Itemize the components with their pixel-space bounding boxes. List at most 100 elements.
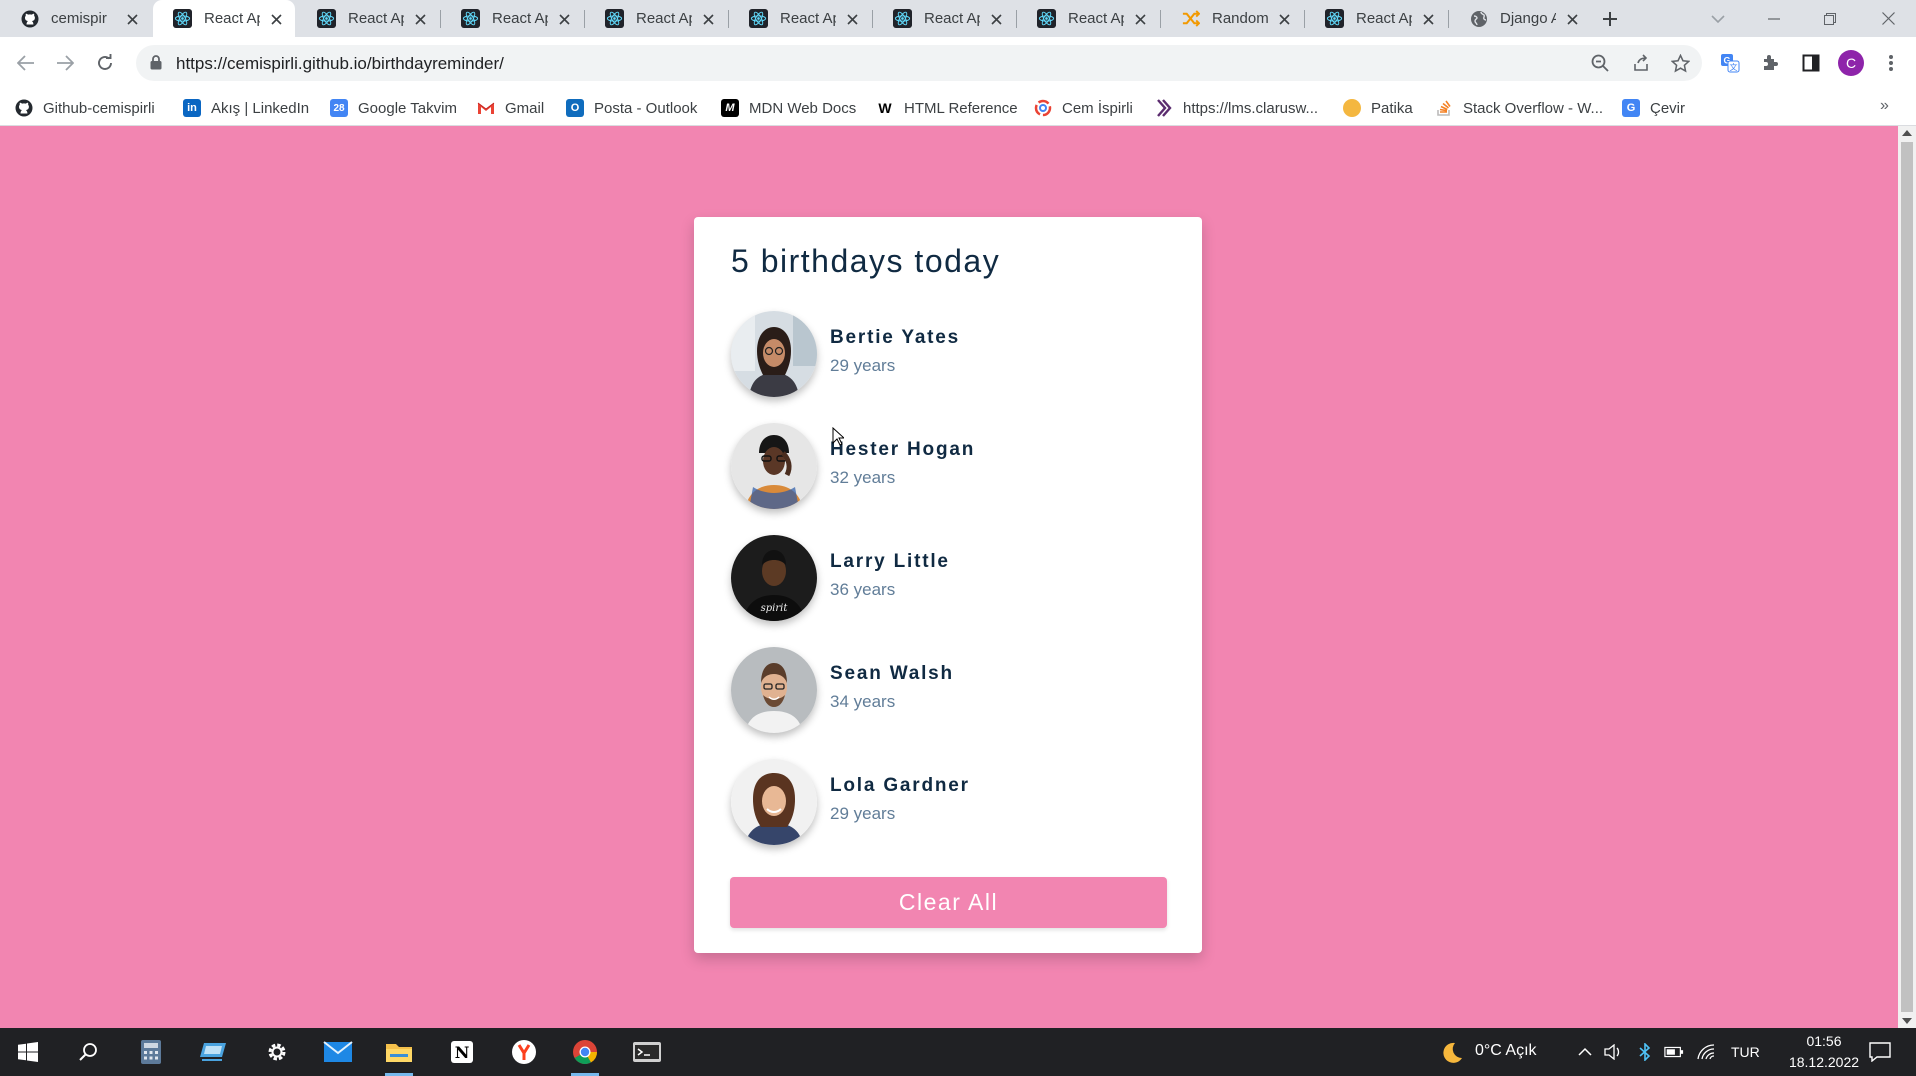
person-age: 34 years	[830, 692, 896, 711]
person-item: Bertie Yates 29 years	[731, 311, 1151, 397]
bookmark-stackoverflow[interactable]: Stack Overflow - W...	[1435, 97, 1603, 119]
translate-extension-icon[interactable]: G文	[1716, 49, 1744, 77]
close-tab-icon[interactable]	[411, 10, 429, 28]
bookmark-star-icon[interactable]	[1669, 52, 1691, 74]
bookmark-label: MDN Web Docs	[749, 99, 857, 117]
close-tab-icon[interactable]	[1419, 10, 1437, 28]
clock-time[interactable]: 01:56	[1789, 1033, 1859, 1049]
zoom-icon[interactable]	[1589, 52, 1611, 74]
svg-text:spirit: spirit	[761, 603, 789, 614]
clear-all-button[interactable]: Clear All	[730, 877, 1167, 928]
bookmark-html-reference[interactable]: W HTML Reference	[876, 97, 1017, 119]
chrome-icon[interactable]	[557, 1028, 613, 1076]
terminal-icon[interactable]	[619, 1028, 675, 1076]
close-window-button[interactable]	[1860, 0, 1916, 37]
bookmark-linkedin[interactable]: in Akış | LinkedIn	[183, 97, 309, 119]
scroll-up-arrow-icon[interactable]	[1902, 130, 1912, 136]
react-icon	[1037, 9, 1056, 28]
reload-button[interactable]	[91, 49, 119, 77]
tab-react-app[interactable]: React App	[441, 0, 583, 37]
scroll-down-arrow-icon[interactable]	[1902, 1018, 1912, 1024]
weather-moon-icon[interactable]	[1438, 1040, 1464, 1066]
bookmark-clarusway[interactable]: https://lms.clarusw...	[1155, 97, 1318, 119]
search-icon[interactable]	[60, 1028, 116, 1076]
close-tab-icon[interactable]	[699, 10, 717, 28]
close-tab-icon[interactable]	[123, 10, 141, 28]
tab-github[interactable]: cemispirli	[0, 0, 151, 37]
menu-kebab-icon[interactable]	[1877, 49, 1905, 77]
bluetooth-icon[interactable]	[1635, 1042, 1655, 1062]
birthday-card: 5 birthdays today Bertie Yates 29 years	[694, 217, 1202, 953]
bookmark-outlook[interactable]: O Posta - Outlook	[566, 97, 697, 119]
reload-icon	[98, 54, 112, 70]
minimize-button[interactable]	[1746, 0, 1802, 37]
svg-text:文: 文	[1730, 62, 1738, 72]
mail-icon[interactable]	[310, 1028, 366, 1076]
tab-search-button[interactable]	[1690, 0, 1746, 37]
tab-react-app[interactable]: React App	[297, 0, 439, 37]
clock-date[interactable]: 18.12.2022	[1774, 1054, 1874, 1070]
close-tab-icon[interactable]	[267, 10, 285, 28]
bookmark-google-calendar[interactable]: 28 Google Takvim	[330, 97, 457, 119]
notifications-icon[interactable]	[1868, 1040, 1892, 1064]
bookmarks-overflow-button[interactable]: »	[1880, 97, 1889, 115]
yandex-icon[interactable]	[496, 1028, 552, 1076]
remote-desktop-icon[interactable]	[186, 1028, 242, 1076]
volume-icon[interactable]	[1603, 1042, 1623, 1062]
bookmark-patika[interactable]: Patika	[1343, 97, 1413, 119]
chevron-up-icon[interactable]	[1575, 1042, 1595, 1062]
tab-react-app[interactable]: React App	[729, 0, 871, 37]
close-tab-icon[interactable]	[1275, 10, 1293, 28]
close-tab-icon[interactable]	[987, 10, 1005, 28]
close-tab-icon[interactable]	[555, 10, 573, 28]
bookmark-label: https://lms.clarusw...	[1183, 99, 1319, 117]
bookmark-mdn[interactable]: M MDN Web Docs	[721, 97, 856, 119]
chevron-down-icon	[1711, 14, 1725, 23]
wifi-icon[interactable]	[1696, 1042, 1716, 1062]
new-tab-button[interactable]	[1596, 6, 1624, 32]
tab-react-app[interactable]: React App	[1017, 0, 1159, 37]
tab-django[interactable]: Django A	[1449, 0, 1591, 37]
back-button[interactable]	[12, 49, 40, 77]
windows-start-icon[interactable]	[0, 1028, 56, 1076]
close-tab-icon[interactable]	[1131, 10, 1149, 28]
avatar: spirit	[731, 535, 817, 621]
side-panel-icon[interactable]	[1797, 49, 1825, 77]
bookmark-github[interactable]: Github-cemispirli	[15, 97, 155, 119]
person-item: Hester Hogan 32 years	[731, 423, 1151, 509]
close-tab-icon[interactable]	[843, 10, 861, 28]
tab-random[interactable]: Random	[1161, 0, 1303, 37]
file-explorer-icon[interactable]	[371, 1028, 427, 1076]
url-text[interactable]: https://cemispirli.github.io/birthdayrem…	[176, 54, 504, 74]
tab-title: React App	[1356, 10, 1412, 27]
bookmark-label: Akış | LinkedIn	[211, 99, 310, 117]
notion-icon[interactable]: N	[434, 1028, 490, 1076]
tab-react-app[interactable]: React App	[1305, 0, 1447, 37]
settings-icon[interactable]	[249, 1028, 305, 1076]
battery-icon[interactable]	[1664, 1042, 1684, 1062]
bookmark-cem-ispirli[interactable]: Cem İspirli	[1034, 97, 1133, 119]
language-indicator[interactable]: TUR	[1731, 1044, 1760, 1060]
bookmark-label: Çevir	[1650, 99, 1686, 117]
lock-icon[interactable]	[150, 55, 162, 75]
bookmark-translate[interactable]: G Çevir	[1622, 97, 1685, 119]
bookmark-gmail[interactable]: Gmail	[477, 97, 544, 119]
close-tab-icon[interactable]	[1563, 10, 1581, 28]
share-icon[interactable]	[1630, 52, 1652, 74]
restore-button[interactable]	[1802, 0, 1858, 37]
weather-text[interactable]: 0°C Açık	[1475, 1042, 1537, 1060]
calculator-icon[interactable]	[123, 1028, 179, 1076]
scrollbar-thumb[interactable]	[1901, 142, 1913, 1012]
gmail-icon	[477, 99, 495, 117]
profile-avatar-button[interactable]: C	[1838, 50, 1864, 76]
page-scrollbar[interactable]	[1898, 126, 1916, 1028]
tab-react-app[interactable]: React App	[585, 0, 727, 37]
person-item: spirit Larry Little 36 years	[731, 535, 1151, 621]
arrow-right-icon	[57, 55, 74, 71]
extensions-puzzle-icon[interactable]	[1756, 49, 1784, 77]
forward-button[interactable]	[51, 49, 79, 77]
tab-react-app[interactable]: React App	[873, 0, 1015, 37]
tab-react-app-active[interactable]: React App	[153, 0, 295, 37]
windows-taskbar: N 0°C Açık TUR 01:56 18.12.2022	[0, 1028, 1916, 1076]
address-bar[interactable]: https://cemispirli.github.io/birthdayrem…	[136, 45, 1702, 81]
